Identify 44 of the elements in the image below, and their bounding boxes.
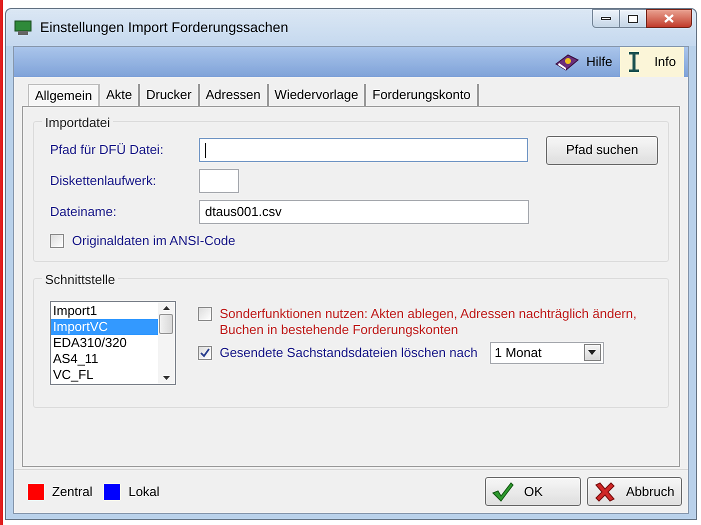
up-arrow-icon <box>162 306 170 310</box>
maximize-button[interactable] <box>620 9 646 28</box>
text-cursor-icon <box>628 52 640 72</box>
checkbox-label: Originaldaten im ANSI-Code <box>72 232 236 250</box>
app-icon <box>14 20 32 36</box>
book-icon <box>554 52 580 72</box>
cross-icon <box>594 482 616 502</box>
close-icon <box>664 14 674 23</box>
field-label: Pfad für DFÜ Datei: <box>50 141 164 160</box>
checkbox[interactable] <box>198 346 212 360</box>
cancel-button[interactable]: Abbruch <box>587 477 682 506</box>
field-value: dtaus001.csv <box>205 203 282 222</box>
field-label: Diskettenlaufwerk: <box>50 172 158 190</box>
legend-label: Lokal <box>128 482 160 501</box>
minimize-icon <box>601 17 611 20</box>
maximize-icon <box>628 14 638 22</box>
option-label: Sonderfunktionen nutzen: Akten ablegen, Adressen nachträglich ändern, Buchen in bestehende Forderungskonten <box>220 304 638 338</box>
list-item[interactable]: EDA310/320 <box>51 334 158 350</box>
list-item[interactable]: AS4_11 <box>51 350 158 366</box>
checkbox[interactable] <box>198 306 212 320</box>
list-item[interactable]: VC_FL <box>51 366 158 382</box>
list-item[interactable]: Import1 <box>51 302 158 318</box>
dropdown[interactable]: 1 Monat <box>490 342 604 364</box>
text-cursor <box>204 142 206 158</box>
minimize-button[interactable] <box>592 9 620 28</box>
option-label: Gesendete Sachstandsdateien löschen nach <box>220 344 478 360</box>
info-button[interactable]: Info <box>620 47 684 77</box>
window-title: Einstellungen Import Forderungssachen <box>40 18 290 37</box>
legend-label: Zentral <box>52 482 92 501</box>
browse-button[interactable]: Pfad suchen <box>546 136 658 164</box>
tab[interactable]: Allgemein <box>28 84 100 106</box>
help-button[interactable]: Hilfe <box>546 47 620 77</box>
close-button[interactable] <box>646 9 692 28</box>
checkmark-icon <box>492 482 514 502</box>
scrollbar[interactable] <box>158 302 175 384</box>
field-label: Dateiname: <box>50 203 118 222</box>
ok-button[interactable]: OK <box>485 477 581 506</box>
scroll-thumb[interactable] <box>159 314 174 334</box>
text-field[interactable] <box>198 138 528 162</box>
checkbox[interactable] <box>50 234 64 248</box>
checkmark-icon <box>200 348 210 358</box>
down-arrow-icon <box>162 376 170 380</box>
text-field[interactable] <box>199 169 239 193</box>
text-field[interactable]: dtaus001.csv <box>199 200 529 224</box>
